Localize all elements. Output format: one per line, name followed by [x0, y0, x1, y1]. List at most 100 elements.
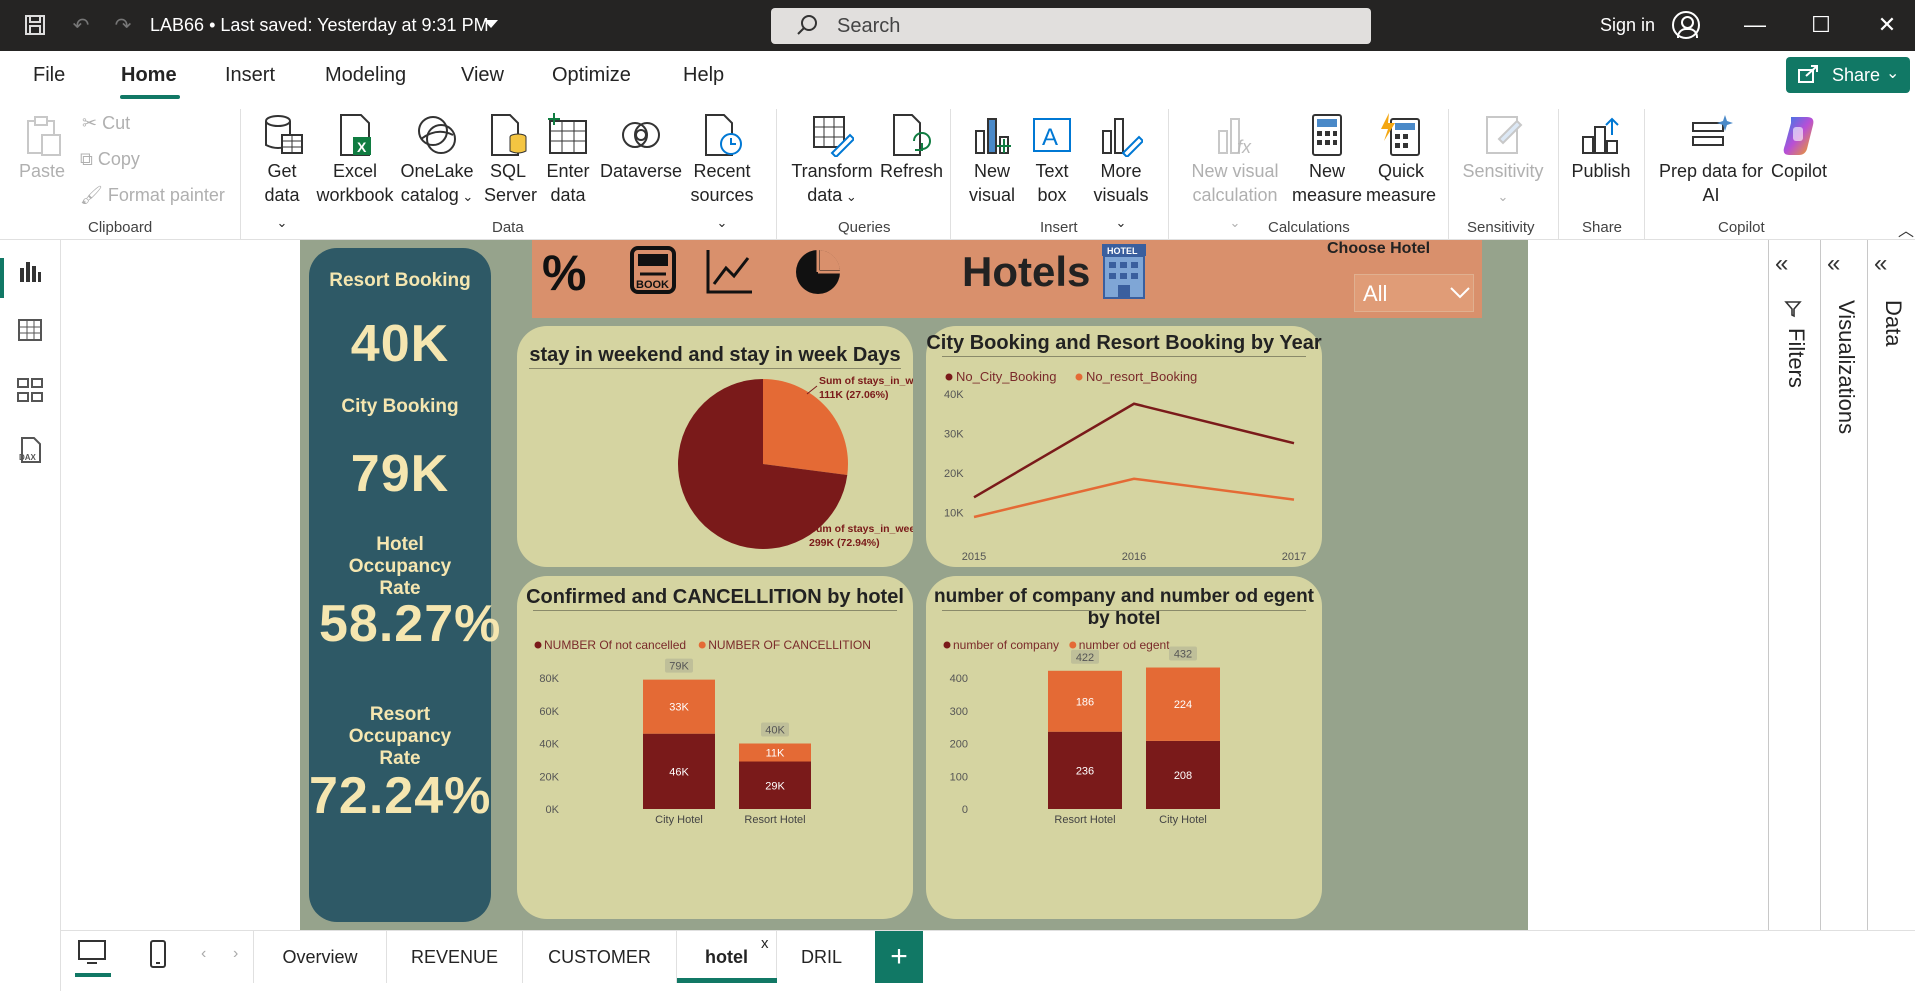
series-line: [973, 477, 1295, 519]
quick-measure-button[interactable]: Quick measure: [1366, 113, 1436, 207]
menu-home[interactable]: Home: [121, 64, 177, 87]
menu-help[interactable]: Help: [683, 64, 724, 87]
menu-insert[interactable]: Insert: [225, 64, 275, 87]
recent-label-2: sources: [690, 185, 754, 205]
next-page-icon[interactable]: ›: [233, 945, 238, 963]
onelake-catalog-button[interactable]: OneLake catalog ⌄: [400, 113, 474, 209]
collapse-filters-icon[interactable]: «: [1775, 250, 1788, 278]
paste-button[interactable]: Paste: [18, 113, 66, 183]
enter-data-button[interactable]: Enter data: [544, 113, 592, 207]
title-dropdown-icon[interactable]: [484, 20, 498, 28]
stacked-bar-chart[interactable]: number of company number od egent01002003…: [926, 576, 1322, 919]
transform-data-button[interactable]: Transform data ⌄: [790, 113, 874, 209]
tab-dril[interactable]: DRIL: [777, 931, 842, 983]
excel-workbook-button[interactable]: X Excel workbook: [314, 113, 396, 207]
stacked-bar-chart[interactable]: NUMBER Of not cancelled NUMBER OF CANCELL…: [517, 576, 913, 919]
share-button[interactable]: Share ⌄: [1786, 57, 1910, 93]
copilot-button[interactable]: Copilot: [1764, 113, 1834, 183]
kpi-value-hotel-occupancy: 58.27%: [319, 595, 502, 653]
bar-total-label: 40K: [765, 725, 785, 737]
cut-button[interactable]: ✂ Cut: [82, 113, 130, 134]
report-page: Resort Booking 40K City Booking 79K Hote…: [300, 240, 1528, 930]
new-visual-button[interactable]: New visual: [964, 113, 1020, 207]
desktop-layout-icon[interactable]: [77, 939, 107, 972]
text-box-button[interactable]: A Text box: [1028, 113, 1076, 207]
copy-button[interactable]: ⧉ Copy: [80, 149, 140, 170]
publish-button[interactable]: Publish: [1568, 113, 1634, 183]
dax-query-view-icon[interactable]: DAX: [16, 436, 44, 464]
publish-label: Publish: [1571, 161, 1631, 181]
sensitivity-group-label: Sensitivity: [1467, 219, 1535, 236]
redo-icon[interactable]: ↷: [110, 12, 136, 38]
more-visuals-button[interactable]: More visuals ⌄: [1090, 113, 1152, 235]
collapse-visualizations-icon[interactable]: «: [1827, 250, 1840, 278]
tab-revenue[interactable]: REVENUE: [387, 931, 523, 983]
hotel-building-icon: HOTEL: [1096, 242, 1152, 305]
enter-data-label-2: data: [550, 185, 586, 205]
line-chart[interactable]: No_City_Booking No_resort_Booking 10K 20K 30…: [926, 326, 1322, 567]
paste-icon: [20, 113, 64, 157]
collapse-data-icon[interactable]: «: [1874, 250, 1887, 278]
visualizations-pane[interactable]: « Visualizations: [1820, 240, 1867, 930]
minimize-icon[interactable]: —: [1740, 12, 1770, 40]
format-painter-label: Format painter: [107, 185, 225, 205]
menu-file[interactable]: File: [33, 64, 65, 87]
pie-chart[interactable]: Sum of stays_in_weekend_nights 111K (27.0…: [517, 326, 913, 567]
get-data-button[interactable]: Get data ⌄: [258, 113, 306, 235]
title-separator: •: [209, 15, 216, 35]
filters-pane[interactable]: « Filters: [1768, 240, 1820, 930]
ribbon-separator: [950, 109, 951, 239]
dataverse-button[interactable]: Dataverse: [600, 113, 682, 183]
collapse-ribbon-icon[interactable]: ︿: [1898, 217, 1914, 241]
legend-label: number of company: [953, 638, 1059, 652]
y-tick-label: 40K: [944, 389, 964, 401]
sql-server-button[interactable]: SQL Server: [484, 113, 537, 207]
menu-optimize[interactable]: Optimize: [552, 64, 631, 87]
page-tabs-bar: ‹ › Overview REVENUE CUSTOMER hotel x DR…: [61, 930, 1915, 991]
save-icon[interactable]: [22, 12, 48, 38]
undo-icon[interactable]: ↶: [68, 12, 94, 38]
share-icon: [1798, 64, 1820, 89]
tab-overview[interactable]: Overview: [253, 931, 387, 983]
data-pane[interactable]: « Data: [1867, 240, 1915, 930]
x-tick-label: Resort Hotel: [1054, 814, 1115, 826]
new-visual-calculation-button[interactable]: fx New visual calculation ⌄: [1190, 113, 1280, 235]
onelake-label-2: catalog: [400, 185, 459, 205]
chevron-down-icon: ⌄: [842, 189, 857, 204]
add-page-button[interactable]: +: [875, 931, 923, 983]
maximize-icon[interactable]: ☐: [1806, 12, 1836, 40]
close-tab-icon[interactable]: x: [761, 935, 769, 952]
format-painter-button[interactable]: 🖌 Format painter: [80, 185, 225, 206]
hotel-sign-label: HOTEL: [1107, 246, 1138, 256]
menu-modeling[interactable]: Modeling: [325, 64, 406, 87]
report-view-icon[interactable]: [16, 258, 44, 286]
prev-page-icon[interactable]: ‹: [201, 945, 206, 963]
view-switcher: DAX: [0, 240, 61, 991]
close-icon[interactable]: ✕: [1872, 12, 1902, 40]
more-visuals-label-2: visuals: [1093, 185, 1149, 205]
search-box[interactable]: Search: [771, 8, 1371, 44]
model-view-icon[interactable]: [16, 376, 44, 404]
tab-customer[interactable]: CUSTOMER: [523, 931, 677, 983]
chevron-down-icon: ⌄: [1886, 65, 1900, 82]
new-visual-calc-label-2: calculation: [1192, 185, 1278, 205]
table-view-icon[interactable]: [16, 316, 44, 344]
refresh-button[interactable]: Refresh: [880, 113, 943, 183]
recent-sources-button[interactable]: Recent sources ⌄: [684, 113, 760, 235]
chevron-down-icon: ⌄: [716, 215, 728, 230]
prep-data-for-ai-button[interactable]: Prep data for AI: [1656, 113, 1766, 207]
choose-hotel-dropdown[interactable]: All: [1354, 274, 1474, 312]
x-tick-label: 2017: [1282, 551, 1306, 563]
table-icon: [546, 113, 590, 157]
choose-hotel-value: All: [1363, 281, 1388, 306]
excel-label-1: Excel: [332, 161, 377, 181]
avatar-icon[interactable]: [1672, 11, 1700, 39]
calculator-icon: [1305, 113, 1349, 157]
new-measure-button[interactable]: New measure: [1292, 113, 1362, 207]
mobile-layout-icon[interactable]: [149, 939, 167, 974]
sensitivity-button[interactable]: Sensitivity ⌄: [1458, 113, 1548, 209]
sql-label-2: Server: [484, 185, 538, 205]
kpi-value-resort-occupancy: 72.24%: [309, 767, 492, 825]
menu-view[interactable]: View: [461, 64, 504, 87]
sign-in-link[interactable]: Sign in: [1600, 15, 1655, 36]
